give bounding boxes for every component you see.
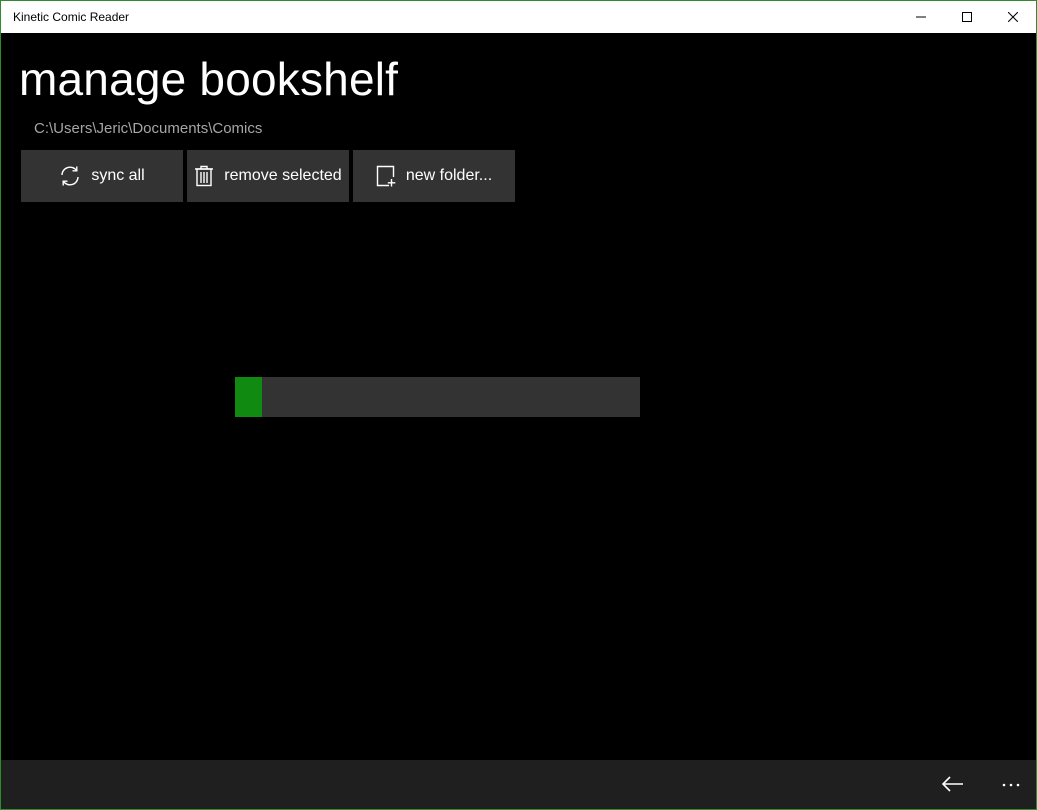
bottom-app-bar [1, 760, 1036, 809]
app-window: Kinetic Comic Reader manage bookshelf C:… [0, 0, 1037, 810]
minimize-icon [916, 16, 926, 18]
window-title: Kinetic Comic Reader [13, 10, 130, 24]
new-folder-label: new folder... [405, 167, 493, 184]
sync-all-button[interactable]: sync all [21, 150, 183, 202]
new-folder-button[interactable]: new folder... [353, 150, 515, 202]
title-bar[interactable]: Kinetic Comic Reader [1, 1, 1036, 33]
sync-progress-bar [235, 377, 640, 417]
more-button[interactable] [1000, 772, 1022, 796]
progress-fill [235, 377, 263, 417]
remove-selected-label: remove selected [224, 167, 342, 184]
close-icon [1008, 12, 1018, 22]
window-controls [898, 1, 1036, 33]
remove-selected-button[interactable]: remove selected [187, 150, 349, 202]
new-folder-icon [376, 165, 396, 187]
toolbar: sync all remove selected new folder... [21, 150, 519, 202]
page-title: manage bookshelf [19, 53, 399, 105]
sync-all-label: sync all [91, 167, 145, 184]
back-arrow-icon [941, 776, 963, 792]
back-button[interactable] [940, 772, 966, 796]
maximize-button[interactable] [944, 1, 990, 33]
close-button[interactable] [990, 1, 1036, 33]
folder-path: C:\Users\Jeric\Documents\Comics [34, 120, 263, 137]
sync-icon [59, 165, 81, 187]
maximize-icon [962, 12, 972, 22]
more-icon [1002, 783, 1020, 787]
minimize-button[interactable] [898, 1, 944, 33]
trash-icon [194, 165, 214, 187]
